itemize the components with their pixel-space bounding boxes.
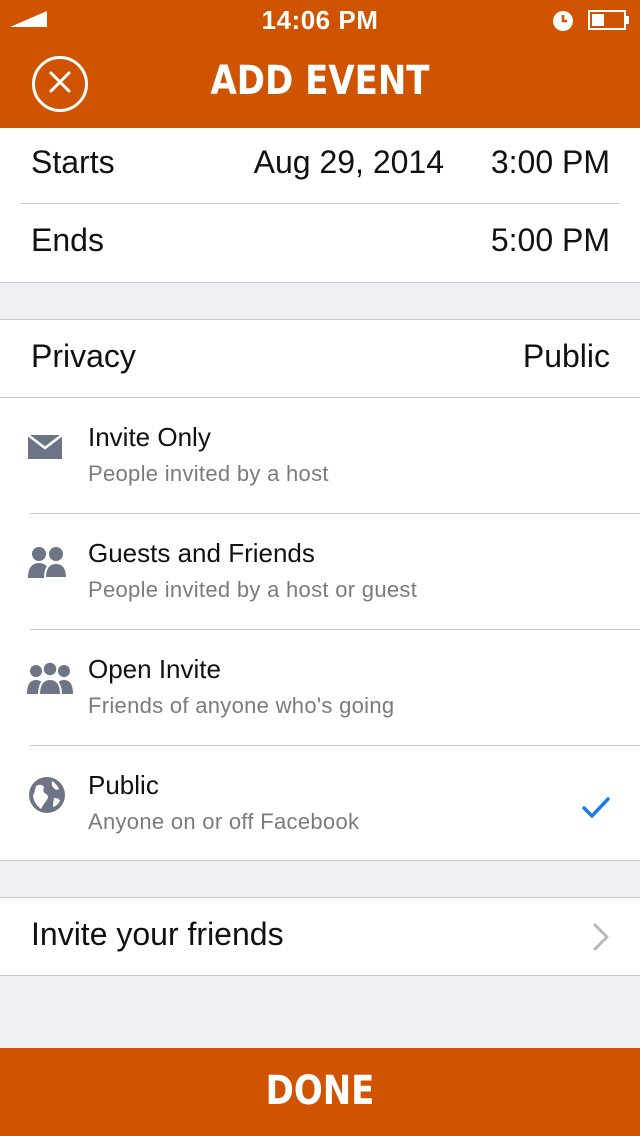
invite-section: Invite your friends [0, 897, 640, 976]
chevron-right-icon [592, 922, 610, 960]
schedule-section: Starts Aug 29, 2014 3:00 PM Ends 5:00 PM [0, 128, 640, 283]
status-time: 14:06 PM [261, 5, 379, 35]
clock-icon [552, 10, 574, 37]
divider [20, 203, 620, 204]
ends-label: Ends [31, 222, 104, 258]
option-title: Guests and Friends [88, 538, 315, 568]
option-subtitle: People invited by a host or guest [88, 577, 418, 602]
globe-icon [26, 774, 68, 824]
starts-row[interactable]: Starts Aug 29, 2014 3:00 PM [0, 144, 640, 184]
status-bar: 14:06 PM [0, 0, 640, 40]
option-title: Open Invite [88, 654, 221, 684]
privacy-section: Privacy Public Invite Only People invite… [0, 319, 640, 861]
privacy-label: Privacy [31, 338, 136, 374]
option-title: Invite Only [88, 422, 211, 452]
privacy-option-invite-only[interactable]: Invite Only People invited by a host [0, 398, 640, 513]
starts-label: Starts [31, 144, 115, 180]
privacy-option-open-invite[interactable]: Open Invite Friends of anyone who's goin… [0, 630, 640, 745]
done-button[interactable]: DONE [0, 1048, 640, 1136]
header-bar: 14:06 PM ADD EVENT [0, 0, 640, 128]
starts-date[interactable]: Aug 29, 2014 [254, 144, 444, 181]
privacy-value: Public [522, 338, 610, 374]
invite-friends-row[interactable]: Invite your friends [0, 898, 640, 976]
envelope-icon [26, 432, 66, 469]
starts-time[interactable]: 3:00 PM [491, 144, 610, 181]
option-subtitle: Anyone on or off Facebook [88, 809, 360, 834]
privacy-row: Privacy Public [0, 338, 640, 378]
invite-friends-label: Invite your friends [31, 916, 284, 952]
three-people-icon [26, 660, 74, 704]
ends-time[interactable]: 5:00 PM [491, 222, 610, 259]
option-subtitle: People invited by a host [88, 461, 329, 486]
option-subtitle: Friends of anyone who's going [88, 693, 395, 718]
battery-icon [588, 10, 630, 35]
page-title: ADD EVENT [210, 58, 430, 104]
ends-row[interactable]: Ends 5:00 PM [0, 222, 640, 262]
checkmark-icon [582, 790, 610, 827]
privacy-option-guests-and-friends[interactable]: Guests and Friends People invited by a h… [0, 514, 640, 629]
privacy-option-public[interactable]: Public Anyone on or off Facebook [0, 746, 640, 861]
option-title: Public [88, 770, 159, 800]
two-people-icon [26, 544, 70, 588]
done-label: DONE [265, 1068, 375, 1114]
